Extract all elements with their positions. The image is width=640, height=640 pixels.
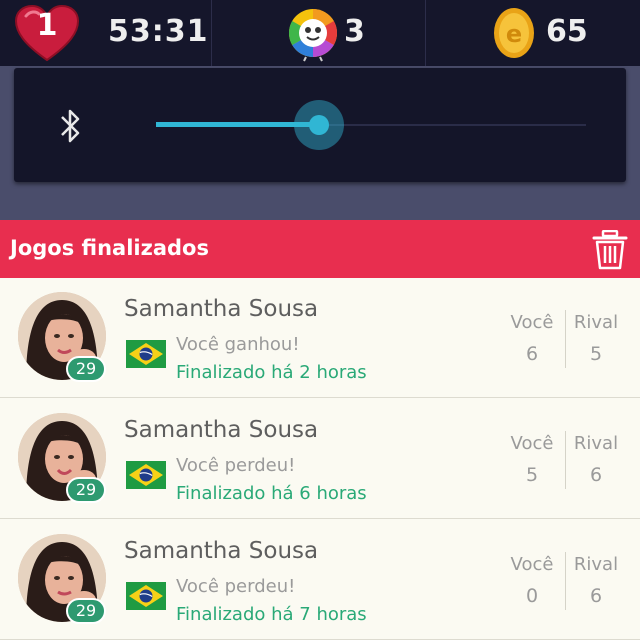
finished-time: Finalizado há 7 horas xyxy=(176,604,367,625)
opponent-name: Samantha Sousa xyxy=(124,417,319,443)
you-score: 0 xyxy=(525,585,539,607)
you-score: 5 xyxy=(525,464,539,486)
you-score: 6 xyxy=(525,343,539,365)
spins-count: 3 xyxy=(344,14,365,49)
finished-time: Finalizado há 6 horas xyxy=(176,483,367,504)
coin-icon: e xyxy=(494,8,534,58)
you-label: Você xyxy=(510,433,554,454)
lives-timer: 53:31 xyxy=(108,14,209,49)
rival-label: Rival xyxy=(573,554,619,575)
game-row[interactable]: 29 Samantha Sousa Você perdeu! Finalizad… xyxy=(0,399,640,519)
rival-score: 6 xyxy=(589,464,603,486)
rival-label: Rival xyxy=(573,312,619,333)
game-row[interactable]: 29 Samantha Sousa Você ganhou! Finalizad… xyxy=(0,278,640,398)
opponent-name: Samantha Sousa xyxy=(124,296,319,322)
opponent-name: Samantha Sousa xyxy=(124,538,319,564)
rival-score: 6 xyxy=(589,585,603,607)
level-badge: 29 xyxy=(66,477,106,503)
bluetooth-icon xyxy=(61,109,80,143)
status-bar: 1 53:31 3 e 65 xyxy=(0,0,640,66)
finished-time: Finalizado há 2 horas xyxy=(176,362,367,383)
volume-panel xyxy=(14,68,626,182)
you-label: Você xyxy=(510,312,554,333)
match-result: Você perdeu! xyxy=(176,455,296,476)
brazil-flag-icon xyxy=(126,461,166,489)
match-result: Você perdeu! xyxy=(176,576,296,597)
coins-count: 65 xyxy=(546,14,588,49)
you-label: Você xyxy=(510,554,554,575)
lives-segment[interactable]: 1 53:31 xyxy=(0,0,212,66)
section-header: Jogos finalizados xyxy=(0,220,640,278)
rival-label: Rival xyxy=(573,433,619,454)
trivia-wheel-icon xyxy=(288,8,338,62)
you-score-column: Você 0 xyxy=(502,554,562,607)
section-title: Jogos finalizados xyxy=(10,236,209,260)
coins-segment[interactable]: e 65 xyxy=(426,0,640,66)
rival-score-column: Rival 6 xyxy=(566,554,626,607)
rival-score-column: Rival 6 xyxy=(566,433,626,486)
level-badge: 29 xyxy=(66,356,106,382)
level-badge: 29 xyxy=(66,598,106,624)
match-result: Você ganhou! xyxy=(176,334,300,355)
finished-games-list: 29 Samantha Sousa Você ganhou! Finalizad… xyxy=(0,278,640,640)
you-score-column: Você 6 xyxy=(502,312,562,365)
game-row[interactable]: 29 Samantha Sousa Você perdeu! Finalizad… xyxy=(0,520,640,640)
trash-icon[interactable] xyxy=(592,230,628,270)
rival-score-column: Rival 5 xyxy=(566,312,626,365)
svg-text:e: e xyxy=(506,20,522,48)
brazil-flag-icon xyxy=(126,582,166,610)
rival-score: 5 xyxy=(589,343,603,365)
lives-count: 1 xyxy=(36,8,58,43)
brazil-flag-icon xyxy=(126,340,166,368)
spins-segment[interactable]: 3 xyxy=(212,0,426,66)
you-score-column: Você 5 xyxy=(502,433,562,486)
